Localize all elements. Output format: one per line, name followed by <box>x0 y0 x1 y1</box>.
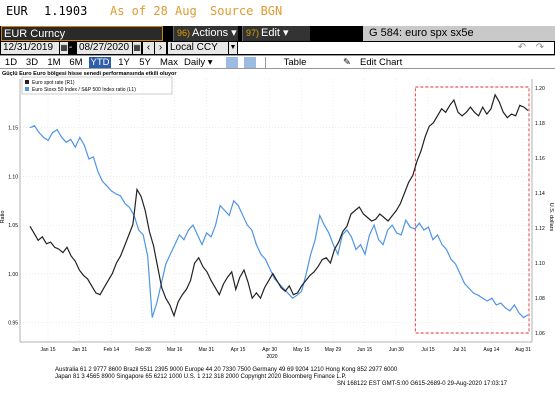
x-tick-apr15: Apr 15 <box>231 347 246 353</box>
pencil-icon[interactable]: ✎ <box>340 57 354 68</box>
ticker-asof: As of 28 Aug <box>110 4 197 18</box>
right-axis-label: U.S. dollars <box>548 203 554 232</box>
edit-menu-button[interactable]: 97) Edit ▾ <box>242 26 310 41</box>
right-tick-1.18: 1.18 <box>535 121 545 127</box>
end-calendar-icon[interactable]: ▦ <box>133 42 141 54</box>
left-tick-1.00: 1.00 <box>8 272 18 278</box>
right-tick-1.08: 1.08 <box>535 296 545 302</box>
left-axis-label: Ratio <box>0 211 6 224</box>
ticker-price: 1.1903 <box>44 4 88 18</box>
currency-select[interactable]: Local CCY <box>168 42 228 54</box>
command-line-input[interactable] <box>238 42 554 54</box>
frequency-select[interactable]: Daily ▾ <box>184 57 224 68</box>
prev-period-button[interactable]: ‹ <box>143 42 154 54</box>
x-tick-jun15: Jun 15 <box>357 347 372 353</box>
x-tick-may29: May 29 <box>325 347 342 353</box>
grid <box>20 79 532 342</box>
footer-line-1: Australia 61 2 9777 8600 Brazil 5511 239… <box>55 367 398 373</box>
next-period-button[interactable]: › <box>155 42 166 54</box>
right-tick-1.12: 1.12 <box>535 226 545 232</box>
legend-label-euro: Euro spot rate (R1) <box>32 80 75 86</box>
left-axis: Ratio 0.95 1.00 1.05 1.10 1.15 <box>0 79 21 342</box>
x-tick-aug14: Aug 14 <box>483 347 499 353</box>
x-tick-mar16: Mar 16 <box>167 347 183 353</box>
x-tick-apr30: Apr 30 <box>262 347 277 353</box>
range-max[interactable]: Max <box>159 57 179 68</box>
right-tick-1.10: 1.10 <box>535 261 545 267</box>
x-tick-feb14: Feb 14 <box>104 347 120 353</box>
right-tick-1.20: 1.20 <box>535 86 545 92</box>
series-line-euro <box>29 93 529 318</box>
chart-area: Güçlü Euro Euro bölgesi hisse senedi per… <box>0 69 555 400</box>
x-tick-jan31: Jan 31 <box>72 347 87 353</box>
range-bar: 1D 3D 1M 6M YTD 1Y 5Y Max Daily ▾ Table … <box>0 55 555 69</box>
legend-label-ratio: Euro Stoxx 50 Index / S&P 500 Index rati… <box>32 87 136 93</box>
series-line-ratio <box>29 125 529 319</box>
end-date-input[interactable]: 08/27/2020 <box>77 42 132 54</box>
range-3d[interactable]: 3D <box>24 57 40 68</box>
range-1d[interactable]: 1D <box>3 57 19 68</box>
edit-menu-label: Edit ▾ <box>261 27 289 39</box>
right-axis: U.S. dollars 1.06 1.08 1.10 1.12 1.14 1.… <box>531 79 554 342</box>
range-5y[interactable]: 5Y <box>137 57 153 68</box>
footer-line-3: SN 168122 EST GMT-5:00 G615-2689-0 29-Au… <box>337 381 508 387</box>
chart-title: Güçlü Euro Euro bölgesi hisse senedi per… <box>2 71 177 77</box>
legend-swatch-euro <box>25 80 29 84</box>
actions-menu-num: 96) <box>177 28 191 38</box>
legend-swatch-ratio <box>25 87 29 91</box>
x-tick-mar31: Mar 31 <box>199 347 215 353</box>
security-field[interactable]: EUR Curncy <box>1 26 163 41</box>
currency-dropdown-icon[interactable]: ▼ <box>229 42 237 54</box>
x-tick-jan15: Jan 15 <box>40 347 55 353</box>
page-title: G 584: euro spx sx5e <box>363 26 555 41</box>
x-axis: Jan 15 Jan 31 Feb 14 Feb 28 Mar 16 Mar 3… <box>20 341 532 360</box>
command-bar: EUR Curncy 96) Actions ▾ 97) Edit ▾ G 584:… <box>0 26 555 41</box>
x-tick-may15: May 15 <box>293 347 310 353</box>
range-1m[interactable]: 1M <box>46 57 62 68</box>
ticker-bar: EUR 1.1903 As of 28 Aug Source BGN <box>0 0 555 23</box>
date-controls-bar: 12/31/2019 ▦ - 08/27/2020 ▦ ‹ › Local CC… <box>0 41 555 55</box>
x-tick-feb28: Feb 28 <box>135 347 151 353</box>
start-date-input[interactable]: 12/31/2019 <box>1 42 59 54</box>
date-separator: - <box>69 42 73 53</box>
undo-icon[interactable]: ↶ <box>515 42 529 54</box>
x-tick-jul31: Jul 31 <box>453 347 467 353</box>
chart-svg: Güçlü Euro Euro bölgesi hisse senedi per… <box>0 71 554 387</box>
x-year-label: 2020 <box>266 354 277 360</box>
x-tick-jul15: Jul 15 <box>421 347 435 353</box>
right-tick-1.16: 1.16 <box>535 156 545 162</box>
actions-menu-label: Actions ▾ <box>192 27 237 39</box>
range-6m[interactable]: 6M <box>68 57 84 68</box>
x-tick-aug31: Aug 31 <box>515 347 531 353</box>
toolbar-divider <box>265 57 270 68</box>
start-calendar-icon[interactable]: ▦ <box>60 42 68 54</box>
table-button[interactable]: Table <box>280 57 310 68</box>
edit-menu-num: 97) <box>246 28 260 38</box>
left-tick-1.10: 1.10 <box>8 174 18 180</box>
left-tick-1.05: 1.05 <box>8 223 18 229</box>
edit-chart-button[interactable]: Edit Chart <box>360 57 408 68</box>
right-tick-1.14: 1.14 <box>535 191 545 197</box>
legend: Euro spot rate (R1) Euro Stoxx 50 Index … <box>21 76 173 95</box>
redo-icon[interactable]: ↷ <box>533 42 547 54</box>
range-1y[interactable]: 1Y <box>116 57 132 68</box>
left-tick-0.95: 0.95 <box>8 321 18 327</box>
chart-style-button-2[interactable] <box>244 57 256 68</box>
range-ytd[interactable]: YTD <box>89 57 111 68</box>
actions-menu-button[interactable]: 96) Actions ▾ <box>173 26 238 41</box>
footer-line-2: Japan 81 3 4565 8900 Singapore 65 6212 1… <box>55 374 347 380</box>
ticker-symbol: EUR <box>6 4 28 18</box>
x-tick-jun30: Jun 30 <box>389 347 404 353</box>
chart-style-button-1[interactable] <box>226 57 238 68</box>
left-tick-1.15: 1.15 <box>8 126 18 132</box>
right-tick-1.06: 1.06 <box>535 331 545 337</box>
ticker-source: Source BGN <box>210 4 283 18</box>
